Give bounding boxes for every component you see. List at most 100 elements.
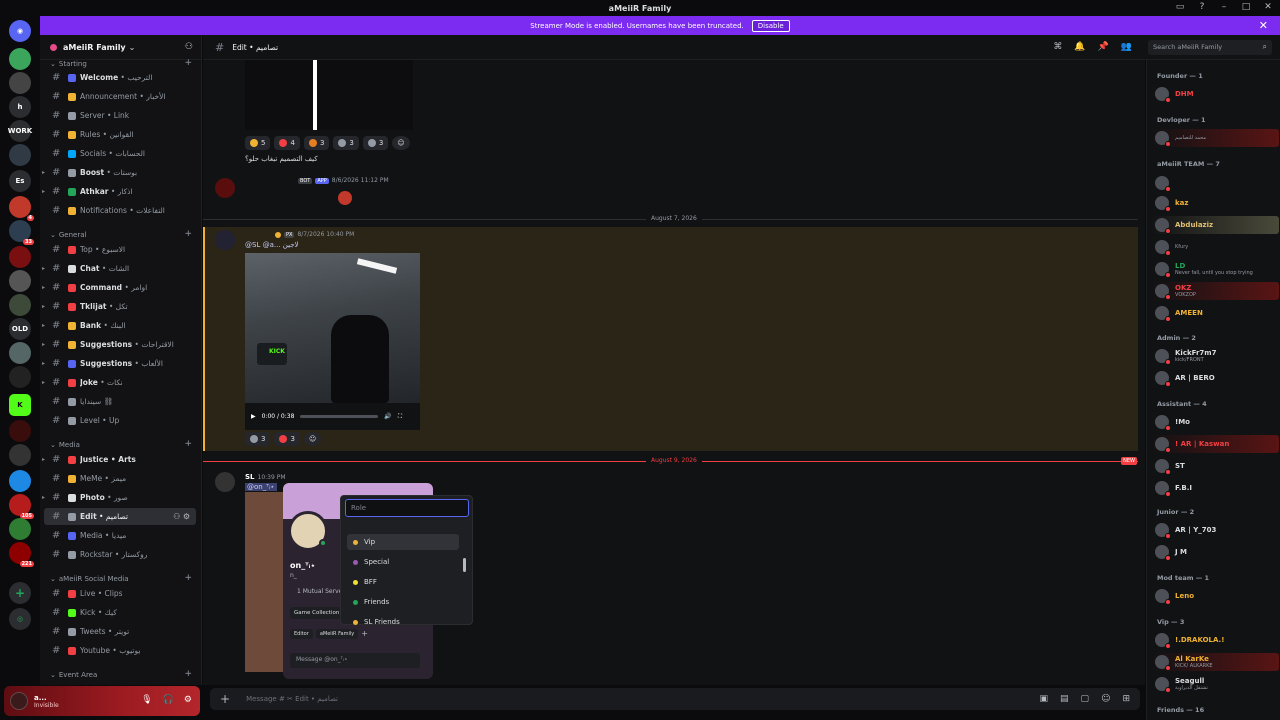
channel-item[interactable]: # Rockstar • روكستار (44, 546, 196, 563)
channel-item[interactable]: ▸ # Athkar • اذكار (42, 183, 196, 200)
member-item[interactable]: Leno (1151, 587, 1279, 605)
server-icon[interactable] (9, 48, 31, 70)
channel-item[interactable]: # Rules • القوانين (44, 126, 196, 143)
channel-item[interactable]: # Kick • كيك (44, 604, 196, 621)
server-icon[interactable] (9, 444, 31, 466)
member-item[interactable]: !Mo (1151, 413, 1279, 431)
gif-icon[interactable]: ▤ (1060, 694, 1069, 704)
channel-item[interactable]: ▸ # Command • اوامر (42, 279, 196, 296)
server-icon[interactable]: OLD (9, 318, 31, 340)
invite-people-icon[interactable]: ⚇ (185, 42, 193, 52)
server-icon[interactable]: 33 (9, 220, 34, 245)
member-item[interactable]: Seagull تشتقل الديراوية (1151, 675, 1279, 693)
emoji-icon[interactable]: ☺ (1101, 694, 1110, 704)
server-icon[interactable] (9, 518, 31, 540)
member-item[interactable]: OKZ VOKZOP (1151, 282, 1279, 300)
gift-icon[interactable]: ▣ (1040, 694, 1049, 704)
reaction[interactable]: 3 (245, 432, 271, 446)
create-channel-icon[interactable]: + (184, 439, 192, 449)
channel-item[interactable]: # Welcome • الترحيب (44, 69, 196, 86)
create-channel-icon[interactable]: + (184, 573, 192, 583)
server-icon[interactable] (9, 294, 31, 316)
member-item[interactable]: J M (1151, 543, 1279, 561)
role-search-input[interactable]: Role (345, 499, 469, 517)
member-item[interactable]: AR | BERO (1151, 369, 1279, 387)
channel-item[interactable]: # Top • الاسبوع (44, 241, 196, 258)
attach-plus-icon[interactable]: + (220, 692, 230, 706)
channel-item[interactable]: # Live • Clips (44, 585, 196, 602)
channel-item[interactable]: # Edit • تصاميم ⚇ ⚙ (44, 508, 196, 525)
server-icon[interactable]: h (9, 96, 31, 118)
server-header[interactable]: aMeiiR Family ⌄ ⚇ (40, 35, 201, 60)
member-item[interactable]: محمد للتصاميم (1151, 129, 1279, 147)
pinned-icon[interactable]: 📌 (1098, 42, 1109, 52)
maximize-icon[interactable]: □ (1240, 2, 1252, 12)
disable-streamer-button[interactable]: Disable (751, 19, 790, 32)
reaction[interactable]: 3 (333, 136, 359, 150)
reaction[interactable]: 4 (274, 136, 300, 150)
server-icon[interactable] (9, 366, 31, 388)
server-icon[interactable]: 221 (9, 542, 34, 567)
settings-gear-icon[interactable]: ⚙ (184, 695, 192, 705)
channel-item[interactable]: ▸ # Justice • Arts (42, 451, 196, 468)
direct-message-input[interactable]: Message @on_ᵀᵢ⋆ (290, 653, 420, 668)
reaction[interactable]: 3 (274, 432, 300, 446)
avatar[interactable] (10, 692, 28, 710)
help-icon[interactable]: ? (1196, 2, 1208, 12)
avatar[interactable] (215, 230, 235, 250)
role-option[interactable]: BFF (347, 574, 459, 590)
member-item[interactable]: Al KarKe KICK/ ALKARKE (1151, 653, 1279, 671)
member-item[interactable]: AMEEN (1151, 304, 1279, 322)
role-chip[interactable]: Editor (290, 629, 313, 639)
member-item[interactable]: KickFr7m7 kick/FRONT (1151, 347, 1279, 365)
channel-item[interactable]: # Media • ميديا (44, 527, 196, 544)
create-channel-icon[interactable]: + (184, 58, 192, 68)
member-item[interactable]: ! AR | Kaswan (1151, 435, 1279, 453)
sticker-icon[interactable]: ▢ (1081, 694, 1090, 704)
category-header[interactable]: ⌄ Starting (50, 60, 87, 68)
fullscreen-icon[interactable]: ⛶ (398, 413, 402, 421)
home-discord-icon[interactable]: ◉ (9, 20, 31, 42)
channel-settings-icon[interactable]: ⚇ ⚙ (173, 512, 190, 521)
server-icon[interactable] (9, 246, 31, 268)
member-list-icon[interactable]: 👥 (1121, 42, 1132, 52)
member-item[interactable]: ST (1151, 457, 1279, 475)
mention[interactable]: @on_ᵀᵢ⋆ (245, 483, 277, 491)
channel-item[interactable]: # Server • Link (44, 107, 196, 124)
scrollbar[interactable] (463, 558, 466, 572)
channel-item[interactable]: # Level • Up (44, 412, 196, 429)
server-icon[interactable] (9, 270, 31, 292)
microphone-icon[interactable]: 🎙 (141, 695, 152, 705)
video-seek-bar[interactable] (300, 415, 379, 418)
category-header[interactable]: ⌄ General (50, 231, 86, 239)
add-role-icon[interactable]: + (361, 629, 368, 639)
channel-item[interactable]: # سيندايا ⛓ (44, 393, 196, 410)
volume-icon[interactable]: 🔊 (384, 413, 391, 420)
author-name[interactable]: SL (245, 473, 255, 481)
server-icon[interactable]: 4 (9, 196, 34, 221)
play-icon[interactable]: ▶ (251, 413, 256, 420)
server-icon[interactable]: WORK (8, 120, 32, 142)
create-channel-icon[interactable]: + (184, 669, 192, 679)
member-item[interactable]: !.DRAKOLA.! (1151, 631, 1279, 649)
server-icon[interactable] (9, 342, 31, 364)
discover-icon[interactable]: ◎ (9, 608, 31, 630)
server-icon[interactable] (9, 144, 31, 166)
role-option[interactable]: Special (347, 554, 459, 570)
channel-item[interactable]: ▸ # Suggestions • الاقتراحات (42, 336, 196, 353)
channel-item[interactable]: ▸ # Photo • صور (42, 489, 196, 506)
image-attachment[interactable] (245, 60, 413, 130)
channel-item[interactable]: ▸ # Suggestions • الألعاب (42, 355, 196, 372)
minimize-icon[interactable]: – (1218, 2, 1230, 12)
channel-item[interactable]: # Notifications • التفاعلات (44, 202, 196, 219)
category-header[interactable]: ⌄ Event Area (50, 671, 97, 679)
channel-item[interactable]: # Socials • الحسابات (44, 145, 196, 162)
add-server-icon[interactable]: + (9, 582, 31, 604)
reaction[interactable]: 3 (303, 136, 330, 150)
notification-bell-icon[interactable]: 🔔 (1074, 42, 1085, 52)
server-icon[interactable] (9, 470, 31, 492)
channel-item[interactable]: ▸ # Chat • الشات (42, 260, 196, 277)
server-icon[interactable] (9, 72, 31, 94)
member-item[interactable]: LD Never fall, until you stop trying (1151, 260, 1279, 278)
channel-item[interactable]: ▸ # Joke • نكات (42, 374, 196, 391)
